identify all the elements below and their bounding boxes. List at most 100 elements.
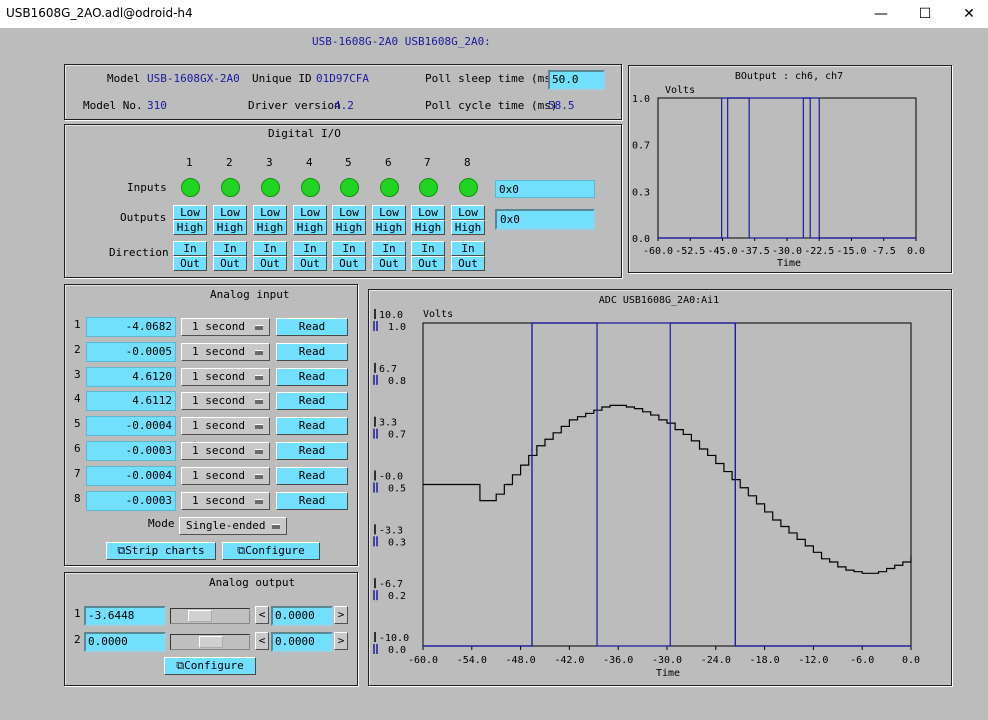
dio-channel-number: 4 bbox=[306, 156, 313, 169]
poll-sleep-input[interactable]: 50.0 bbox=[548, 70, 605, 90]
ao-step-input[interactable]: 0.0000 bbox=[271, 606, 333, 626]
ao-value-input[interactable]: -3.6448 bbox=[84, 606, 166, 626]
output-low-button[interactable]: Low bbox=[213, 205, 247, 220]
dio-channel-number: 8 bbox=[464, 156, 471, 169]
read-button[interactable]: Read bbox=[276, 367, 348, 386]
chevron-down-icon bbox=[255, 473, 263, 479]
output-high-button[interactable]: High bbox=[213, 220, 247, 235]
direction-in-button[interactable]: In bbox=[253, 241, 287, 256]
scan-rate-select[interactable]: 1 second bbox=[181, 466, 270, 485]
output-low-button[interactable]: Low bbox=[411, 205, 445, 220]
close-icon[interactable]: ✕ bbox=[946, 0, 988, 28]
scan-rate-select[interactable]: 1 second bbox=[181, 342, 270, 361]
y-tick-label-right: 0.7 bbox=[388, 430, 406, 441]
model-no-label: Model No. bbox=[83, 99, 143, 112]
ao-configure-button[interactable]: ⧉Configure bbox=[164, 657, 256, 675]
increment-button[interactable]: > bbox=[334, 606, 348, 624]
x-tick-label: -48.0 bbox=[506, 655, 536, 666]
y-tick-label-right: 0.2 bbox=[388, 591, 406, 602]
x-tick-label: -37.5 bbox=[740, 246, 770, 257]
scan-rate-value: 1 second bbox=[192, 320, 245, 333]
driver-version-label: Driver version bbox=[248, 99, 341, 112]
direction-out-button[interactable]: Out bbox=[253, 256, 287, 271]
output-low-button[interactable]: Low bbox=[451, 205, 485, 220]
x-axis-label: Time bbox=[656, 668, 680, 679]
direction-in-button[interactable]: In bbox=[451, 241, 485, 256]
dio-channel-number: 1 bbox=[186, 156, 193, 169]
direction-out-button[interactable]: Out bbox=[213, 256, 247, 271]
direction-in-button[interactable]: In bbox=[173, 241, 207, 256]
direction-in-button[interactable]: In bbox=[411, 241, 445, 256]
scan-rate-select[interactable]: 1 second bbox=[181, 442, 270, 460]
ai-configure-button[interactable]: ⧉Configure bbox=[222, 542, 320, 560]
decrement-button[interactable]: < bbox=[255, 632, 269, 650]
output-low-button[interactable]: Low bbox=[293, 205, 327, 220]
read-button[interactable]: Read bbox=[276, 342, 348, 361]
scan-rate-select[interactable]: 1 second bbox=[181, 491, 270, 510]
slider-thumb[interactable] bbox=[187, 610, 212, 622]
direction-out-button[interactable]: Out bbox=[372, 256, 406, 271]
output-high-button[interactable]: High bbox=[173, 220, 207, 235]
decrement-button[interactable]: < bbox=[255, 606, 269, 624]
analog-output-title: Analog output bbox=[209, 576, 296, 589]
direction-out-button[interactable]: Out bbox=[293, 256, 327, 271]
strip-charts-button[interactable]: ⧉Strip charts bbox=[106, 542, 216, 560]
x-tick-label: -54.0 bbox=[457, 655, 487, 666]
y-tick-label-right: 0.0 bbox=[388, 645, 406, 656]
direction-in-button[interactable]: In bbox=[372, 241, 406, 256]
outputs-input[interactable]: 0x0 bbox=[495, 209, 595, 230]
ao-slider[interactable] bbox=[170, 634, 250, 650]
dio-channel-number: 3 bbox=[266, 156, 273, 169]
ao-slider[interactable] bbox=[170, 608, 250, 624]
read-button[interactable]: Read bbox=[276, 392, 348, 411]
read-button[interactable]: Read bbox=[276, 417, 348, 436]
output-high-button[interactable]: High bbox=[451, 220, 485, 235]
output-high-button[interactable]: High bbox=[411, 220, 445, 235]
direction-out-button[interactable]: Out bbox=[411, 256, 445, 271]
model-value: USB-1608GX-2A0 bbox=[147, 72, 240, 85]
output-high-button[interactable]: High bbox=[332, 220, 366, 235]
y-tick-label: 0.0 bbox=[632, 234, 650, 245]
scan-rate-select[interactable]: 1 second bbox=[181, 392, 270, 411]
direction-out-button[interactable]: Out bbox=[451, 256, 485, 271]
output-high-button[interactable]: High bbox=[253, 220, 287, 235]
direction-label: Direction bbox=[109, 246, 169, 259]
direction-out-button[interactable]: Out bbox=[173, 256, 207, 271]
mode-value: Single-ended bbox=[186, 519, 266, 532]
read-button[interactable]: Read bbox=[276, 466, 348, 485]
y-axis-label: Volts bbox=[665, 85, 695, 96]
x-tick-label: -30.0 bbox=[652, 655, 682, 666]
read-button[interactable]: Read bbox=[276, 318, 348, 336]
ao-value-input[interactable]: 0.0000 bbox=[84, 632, 166, 652]
input-led-icon bbox=[380, 178, 399, 197]
direction-out-button[interactable]: Out bbox=[332, 256, 366, 271]
minimize-icon[interactable]: — bbox=[858, 0, 904, 28]
x-axis-label: Time bbox=[777, 258, 801, 269]
read-button[interactable]: Read bbox=[276, 491, 348, 510]
ai-value: -0.0003 bbox=[86, 441, 176, 461]
increment-button[interactable]: > bbox=[334, 632, 348, 650]
digital-io-title: Digital I/O bbox=[268, 127, 341, 140]
ao-step-input[interactable]: 0.0000 bbox=[271, 632, 333, 652]
direction-in-button[interactable]: In bbox=[213, 241, 247, 256]
mode-select[interactable]: Single-ended bbox=[179, 517, 287, 535]
output-low-button[interactable]: Low bbox=[332, 205, 366, 220]
scan-rate-select[interactable]: 1 second bbox=[181, 417, 270, 436]
direction-in-button[interactable]: In bbox=[332, 241, 366, 256]
read-button[interactable]: Read bbox=[276, 442, 348, 460]
chart-title: BOutput : ch6, ch7 bbox=[735, 71, 843, 82]
input-led-icon bbox=[340, 178, 359, 197]
x-tick-label: -15.0 bbox=[836, 246, 866, 257]
output-high-button[interactable]: High bbox=[372, 220, 406, 235]
scan-rate-select[interactable]: 1 second bbox=[181, 367, 270, 386]
output-low-button[interactable]: Low bbox=[253, 205, 287, 220]
maximize-icon[interactable]: ☐ bbox=[902, 0, 948, 28]
direction-in-button[interactable]: In bbox=[293, 241, 327, 256]
chevron-down-icon bbox=[255, 349, 263, 355]
output-high-button[interactable]: High bbox=[293, 220, 327, 235]
scan-rate-select[interactable]: 1 second bbox=[181, 318, 270, 336]
window-titlebar: USB1608G_2AO.adl@odroid-h4 — ☐ ✕ bbox=[0, 0, 988, 28]
output-low-button[interactable]: Low bbox=[173, 205, 207, 220]
slider-thumb[interactable] bbox=[199, 636, 223, 648]
output-low-button[interactable]: Low bbox=[372, 205, 406, 220]
